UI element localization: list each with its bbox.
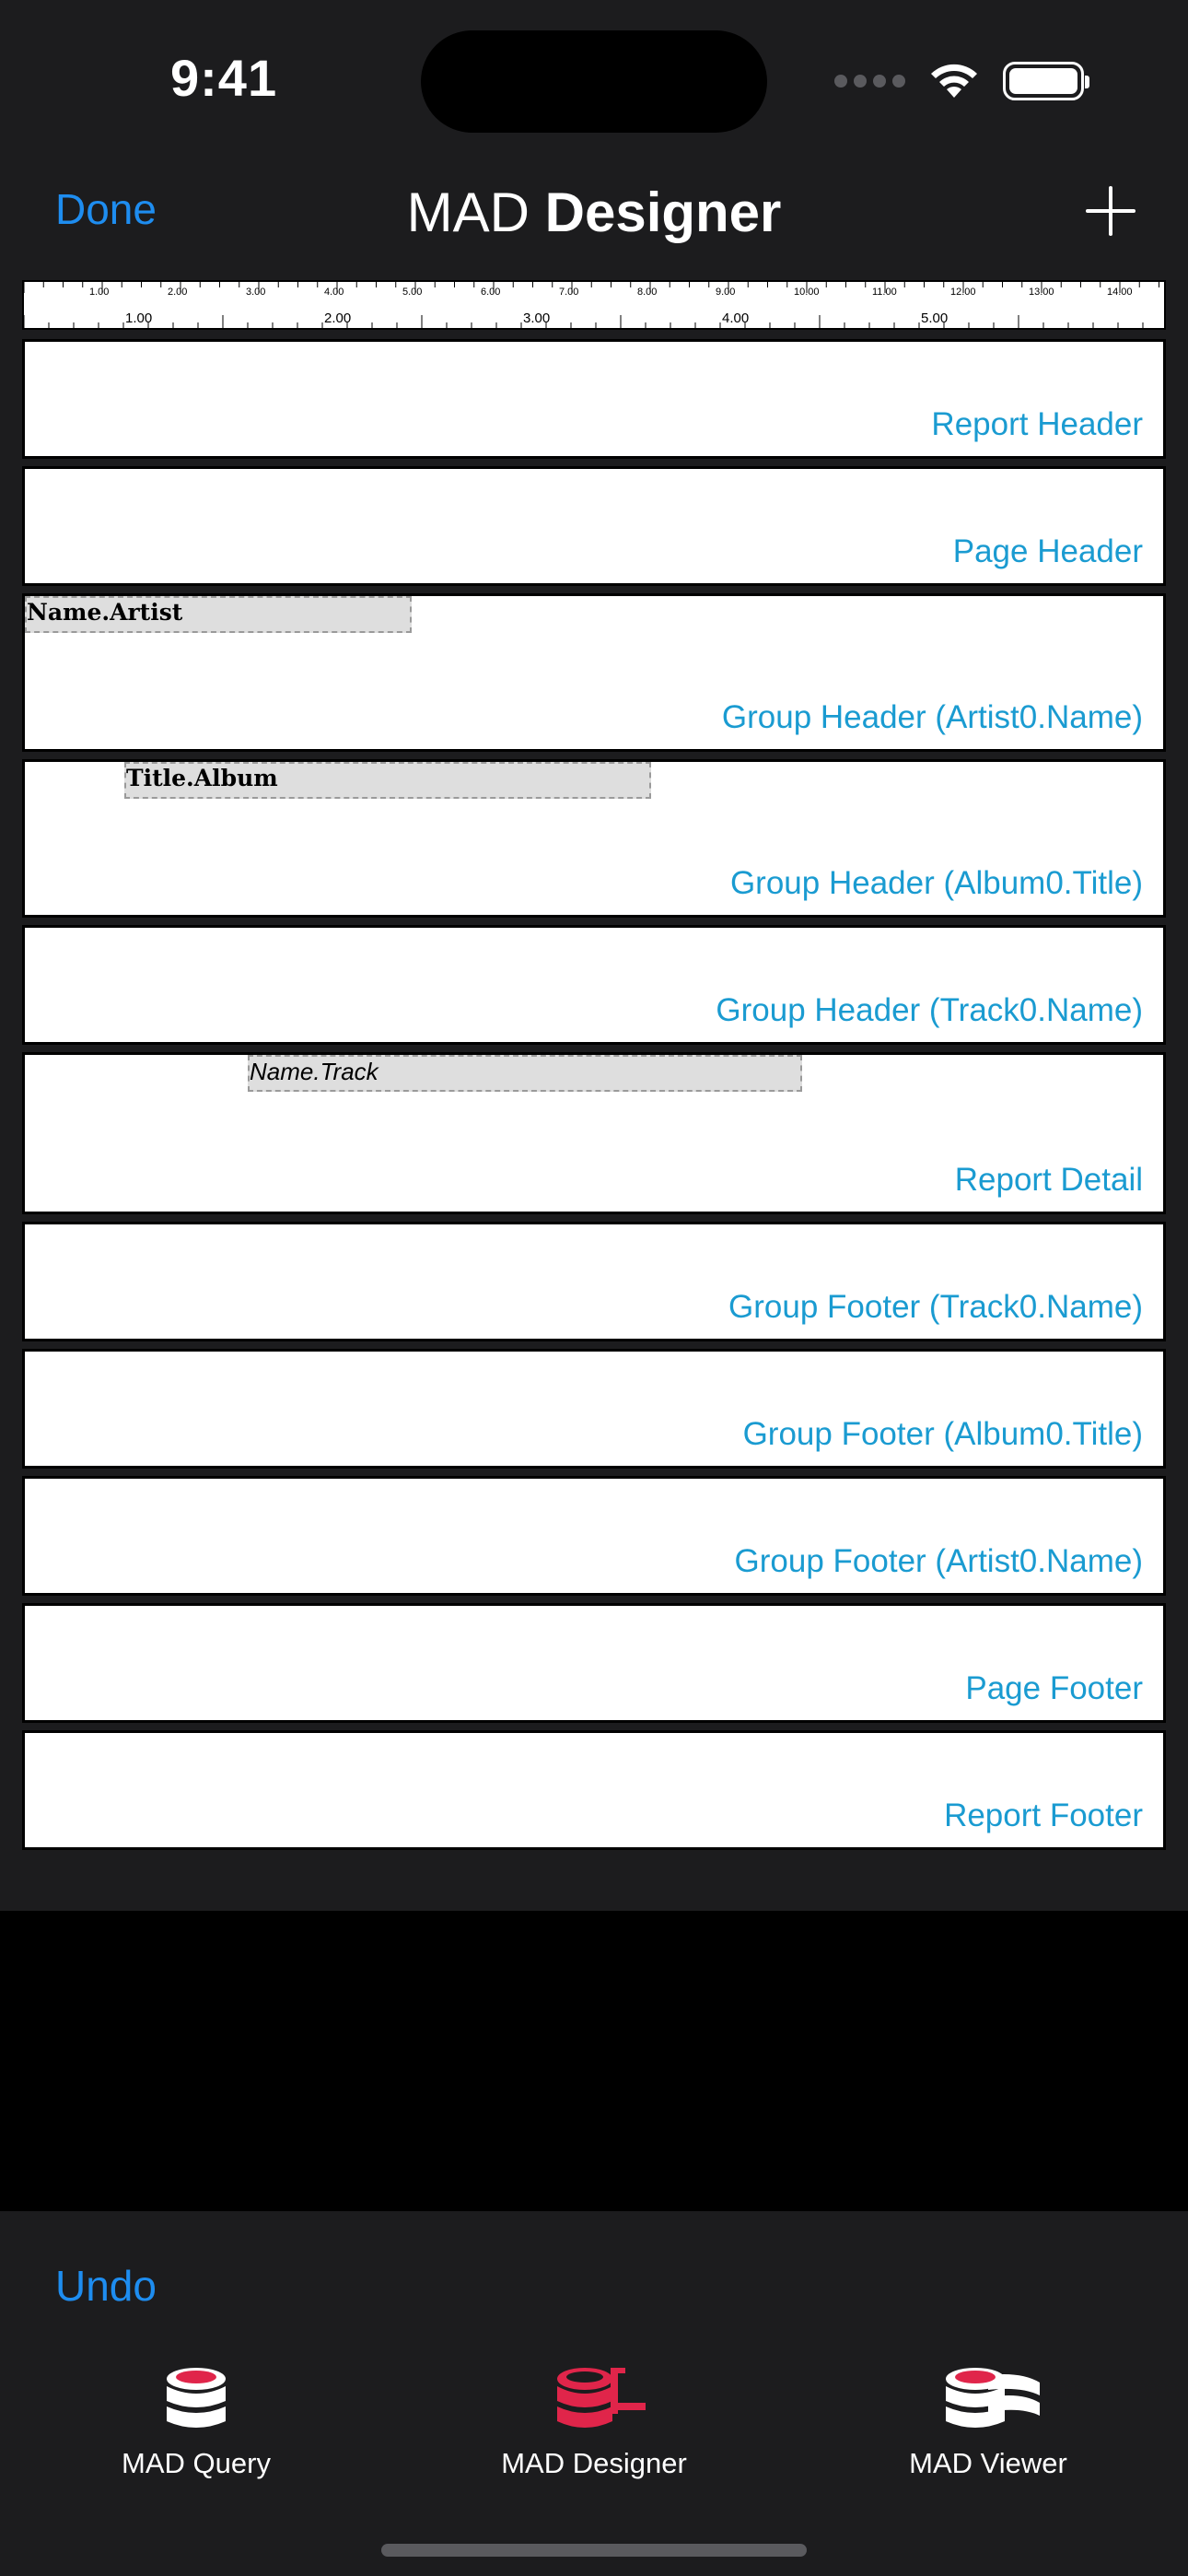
ruler-graphic: 1.00 2.00 3.00 4.00 5.00 6.00 7.00 8.00 9.00 10.0… bbox=[24, 282, 1159, 328]
tab-label: MAD Query bbox=[122, 2447, 271, 2479]
field-name-artist[interactable]: Name.Artist bbox=[25, 596, 412, 633]
ruler-top-label: 3.00 bbox=[246, 287, 265, 298]
field-name-track[interactable]: Name.Track bbox=[248, 1055, 802, 1092]
tab-mad-query[interactable]: MAD Query bbox=[58, 2364, 334, 2480]
band-group-header-album[interactable]: Title.Album Group Header (Album0.Title) bbox=[22, 759, 1166, 918]
ruler-bottom-label: 4.00 bbox=[722, 310, 749, 326]
band-page-header[interactable]: Page Header bbox=[22, 466, 1166, 586]
ruler-bottom-label: 3.00 bbox=[523, 310, 550, 326]
band-group-footer-album[interactable]: Group Footer (Album0.Title) bbox=[22, 1349, 1166, 1469]
band-group-header-track[interactable]: Group Header (Track0.Name) bbox=[22, 925, 1166, 1045]
tab-label: MAD Viewer bbox=[909, 2447, 1067, 2479]
ruler-top-label: 1.00 bbox=[89, 287, 109, 298]
dynamic-island bbox=[421, 30, 767, 133]
ruler-top-label: 14.00 bbox=[1107, 287, 1133, 298]
cellular-signal-icon bbox=[834, 75, 905, 88]
ruler-top-label: 8.00 bbox=[637, 287, 657, 298]
designer-database-icon bbox=[557, 2368, 646, 2428]
band-report-detail[interactable]: Name.Track Report Detail bbox=[22, 1052, 1166, 1214]
tab-mad-viewer[interactable]: MAD Viewer bbox=[850, 2364, 1126, 2480]
ruler-top-label: 9.00 bbox=[716, 287, 735, 298]
ruler: 1.00 2.00 3.00 4.00 5.00 6.00 7.00 8.00 9.00 10.0… bbox=[22, 280, 1166, 330]
title-bold: Designer bbox=[544, 181, 782, 243]
band-label: Group Footer (Album0.Title) bbox=[742, 1416, 1143, 1452]
status-time: 9:41 bbox=[170, 49, 278, 107]
ruler-top-label: 4.00 bbox=[324, 287, 344, 298]
home-indicator bbox=[381, 2544, 807, 2557]
tab-label: MAD Designer bbox=[501, 2447, 687, 2479]
band-label: Page Header bbox=[952, 533, 1143, 569]
band-label: Report Header bbox=[931, 406, 1143, 442]
ruler-top-label: 6.00 bbox=[481, 287, 500, 298]
band-label: Report Detail bbox=[954, 1162, 1143, 1198]
wifi-icon bbox=[931, 64, 977, 98]
battery-icon bbox=[1003, 62, 1089, 100]
tab-mad-designer[interactable]: MAD Designer bbox=[456, 2364, 732, 2480]
bottom-bar: Undo MAD Query MAD Designer MAD Viewer bbox=[0, 2211, 1188, 2576]
ruler-top-label: 10.00 bbox=[794, 287, 820, 298]
ruler-bottom-label: 2.00 bbox=[324, 310, 351, 326]
ruler-top-label: 13.00 bbox=[1029, 287, 1054, 298]
ruler-top-label: 11.00 bbox=[872, 287, 897, 298]
band-label: Group Footer (Track0.Name) bbox=[728, 1289, 1143, 1325]
ruler-top-label: 2.00 bbox=[168, 287, 187, 298]
database-icon bbox=[167, 2368, 226, 2428]
band-page-footer[interactable]: Page Footer bbox=[22, 1603, 1166, 1723]
viewer-database-icon bbox=[946, 2368, 1040, 2428]
ruler-bottom-label: 5.00 bbox=[921, 310, 948, 326]
add-icon[interactable] bbox=[1086, 186, 1136, 236]
band-report-footer[interactable]: Report Footer bbox=[22, 1730, 1166, 1850]
design-canvas[interactable]: 1.00 2.00 3.00 4.00 5.00 6.00 7.00 8.00 9.00 10.0… bbox=[0, 273, 1188, 1911]
field-title-album[interactable]: Title.Album bbox=[124, 762, 651, 799]
band-label: Page Footer bbox=[965, 1670, 1143, 1706]
top-bar: 9:41 Done MAD Designer bbox=[0, 0, 1188, 273]
band-group-header-artist[interactable]: Name.Artist Group Header (Artist0.Name) bbox=[22, 593, 1166, 752]
band-label: Report Footer bbox=[944, 1797, 1143, 1833]
band-group-footer-artist[interactable]: Group Footer (Artist0.Name) bbox=[22, 1476, 1166, 1596]
band-report-header[interactable]: Report Header bbox=[22, 339, 1166, 459]
band-label: Group Header (Album0.Title) bbox=[729, 865, 1143, 901]
band-label: Group Footer (Artist0.Name) bbox=[734, 1543, 1143, 1579]
band-label: Group Header (Track0.Name) bbox=[716, 992, 1143, 1028]
ruler-top-label: 12.00 bbox=[950, 287, 976, 298]
status-icons bbox=[834, 61, 1089, 101]
title-light: MAD bbox=[406, 181, 530, 243]
ruler-bottom-label: 1.00 bbox=[125, 310, 152, 326]
undo-button[interactable]: Undo bbox=[55, 2261, 157, 2311]
ruler-top-label: 7.00 bbox=[559, 287, 578, 298]
page-title: MAD Designer bbox=[0, 181, 1188, 244]
band-group-footer-track[interactable]: Group Footer (Track0.Name) bbox=[22, 1222, 1166, 1341]
ruler-top-label: 5.00 bbox=[402, 287, 422, 298]
band-label: Group Header (Artist0.Name) bbox=[721, 699, 1143, 735]
